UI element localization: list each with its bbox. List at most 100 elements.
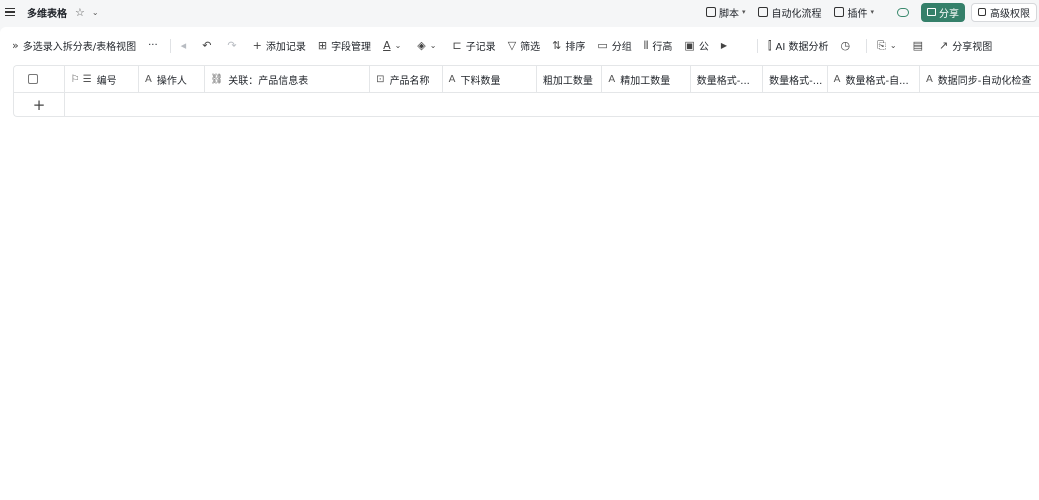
puzzle-icon (834, 7, 845, 17)
column-header[interactable]: 数量格式-... (763, 66, 828, 92)
column-header[interactable]: ⛓ 关联：产品信息表 (205, 66, 371, 92)
field-type-icon: A (608, 73, 616, 85)
column-header[interactable]: A 数量格式-自... (828, 66, 920, 92)
clipboard-icon: ▣ (684, 39, 695, 52)
column-label: 数据同步-自动化检查 (937, 75, 1032, 87)
column-header[interactable]: 数量格式-... (691, 66, 764, 92)
share-view-label: 分享视图 (952, 42, 993, 53)
chevron-down-icon[interactable]: ⌄ (92, 8, 99, 17)
sort-button[interactable]: ⇅ 排序 (552, 38, 585, 53)
select-all-checkbox[interactable] (28, 74, 38, 84)
script-button[interactable]: 脚本 ▾ (705, 5, 746, 20)
add-row-button[interactable]: + (14, 93, 65, 116)
column-label: 产品名称 (389, 75, 430, 87)
formula-button[interactable]: ▣ 公 (684, 38, 708, 53)
folder-icon: ▭ (597, 39, 608, 52)
column-label: 下料数量 (460, 75, 501, 87)
text-color-icon: A (383, 39, 391, 52)
add-record-button[interactable]: + 添加记录 (253, 38, 306, 53)
divider (169, 38, 171, 53)
share-icon (927, 8, 936, 16)
chevron-down-icon: ▾ (870, 8, 874, 16)
sort-icon: ⇅ (552, 39, 562, 52)
plugin-button[interactable]: 插件 ▾ (834, 5, 874, 20)
redo-button[interactable]: ↷ (227, 39, 240, 52)
group-label: 分组 (611, 42, 632, 53)
share-view-button[interactable]: ↗ 分享视图 (939, 38, 992, 53)
form-button[interactable]: ▤ (913, 39, 927, 52)
chevron-down-icon: ⌄ (429, 41, 437, 50)
clipboard-check-icon: ▤ (912, 39, 923, 52)
column-label: 操作人 (156, 75, 187, 87)
field-type-icon: A (145, 73, 152, 85)
export-icon: ⎘ (877, 38, 886, 52)
fill-color-button[interactable]: ◈ ⌄ (417, 39, 440, 52)
field-manage-button[interactable]: ⊞ 字段管理 (318, 38, 371, 53)
more-icon: ··· (148, 40, 158, 51)
share-label: 分享 (939, 8, 959, 20)
script-icon (705, 7, 716, 17)
plus-icon: + (252, 39, 262, 52)
grid-icon: ⊞ (317, 39, 328, 52)
lock-icon (978, 8, 986, 16)
field-type-icon: ⊡ (376, 73, 385, 85)
data-table: ⚐ ☰ 编号 A 操作人 ⛓ 关联：产品信息表 ⊡ 产品名称 A 下料数量 粗加… (13, 65, 1039, 117)
field-type-icon: A (448, 73, 456, 85)
column-header[interactable]: A 操作人 (139, 66, 205, 92)
formula-label: 公 (698, 42, 709, 53)
sub-record-label: 子记录 (465, 42, 496, 53)
filter-button[interactable]: ▽ 筛选 (508, 38, 540, 53)
expand-sidebar-icon[interactable]: » (12, 39, 19, 52)
sort-label: 排序 (565, 42, 586, 53)
chevron-down-icon: ⌄ (889, 41, 897, 50)
field-type-icon: A (925, 73, 933, 85)
column-header[interactable]: A 下料数量 (443, 66, 537, 92)
automation-label: 自动化流程 (771, 8, 822, 20)
star-icon[interactable]: ☆ (75, 6, 85, 19)
ai-analysis-button[interactable]: ⫿ AI 数据分析 (767, 38, 829, 54)
column-header[interactable]: 粗加工数量 (537, 66, 603, 92)
history-icon: ◷ (840, 39, 851, 52)
automation-button[interactable]: 自动化流程 (758, 5, 821, 20)
select-all-cell (14, 66, 65, 92)
column-label: 粗加工数量 (542, 75, 593, 87)
group-button[interactable]: ▭ 分组 (597, 38, 631, 53)
share-button[interactable]: 分享 (921, 2, 965, 22)
column-label: 数量格式-自... (845, 75, 909, 87)
menu-icon[interactable] (5, 7, 15, 17)
redo-icon: ↷ (227, 39, 237, 52)
chevron-down-icon: ▾ (741, 8, 746, 16)
view-name: 多选录入拆分表/表格视图 (22, 42, 137, 53)
ai-icon: ⫿ (767, 38, 772, 52)
paint-bucket-icon: ◈ (417, 39, 426, 52)
column-label: 数量格式-... (696, 75, 750, 87)
script-label: 脚本 (718, 8, 739, 20)
undo-icon: ↶ (202, 39, 212, 52)
column-header[interactable]: A 数据同步-自动化检查 (920, 66, 1039, 92)
text-color-button[interactable]: A ⌄ (383, 39, 405, 52)
permission-button[interactable]: 高级权限 (971, 2, 1037, 22)
sub-record-button[interactable]: ⊏ 子记录 (452, 38, 495, 53)
more-button[interactable]: ··· (148, 40, 158, 51)
field-type-icon: ⚐ ☰ (70, 73, 92, 85)
filter-icon: ▽ (507, 39, 517, 52)
undo-button[interactable]: ↶ (202, 39, 215, 52)
history-button[interactable]: ◷ (840, 39, 854, 52)
chevron-down-icon: ⌄ (394, 41, 402, 50)
column-label: 精加工数量 (620, 75, 671, 87)
column-header[interactable]: ⊡ 产品名称 (370, 66, 443, 92)
export-button[interactable]: ⎘ ⌄ (877, 39, 901, 53)
hierarchy-icon: ⊏ (452, 39, 462, 52)
column-header[interactable]: A 精加工数量 (602, 66, 691, 92)
toolbar-more-arrow[interactable]: ▶ (721, 41, 731, 50)
app-title: 多维表格 (27, 8, 67, 20)
add-record-label: 添加记录 (265, 42, 306, 53)
table-header: ⚐ ☰ 编号 A 操作人 ⛓ 关联：产品信息表 ⊡ 产品名称 A 下料数量 粗加… (14, 66, 1039, 93)
collapse-left-icon[interactable]: ◂ (181, 39, 191, 52)
divider (756, 38, 758, 53)
view-selector[interactable]: » 多选录入拆分表/表格视图 (12, 38, 136, 53)
view-toolbar: » 多选录入拆分表/表格视图 ··· ◂ ↶ ↷ + 添加记录 ⊞ 字段管理 A ⌄ … (0, 27, 1039, 64)
cloud-sync-icon[interactable] (897, 7, 909, 17)
column-header[interactable]: ⚐ ☰ 编号 (65, 66, 140, 92)
row-height-button[interactable]: ⫴ 行高 (644, 38, 673, 54)
